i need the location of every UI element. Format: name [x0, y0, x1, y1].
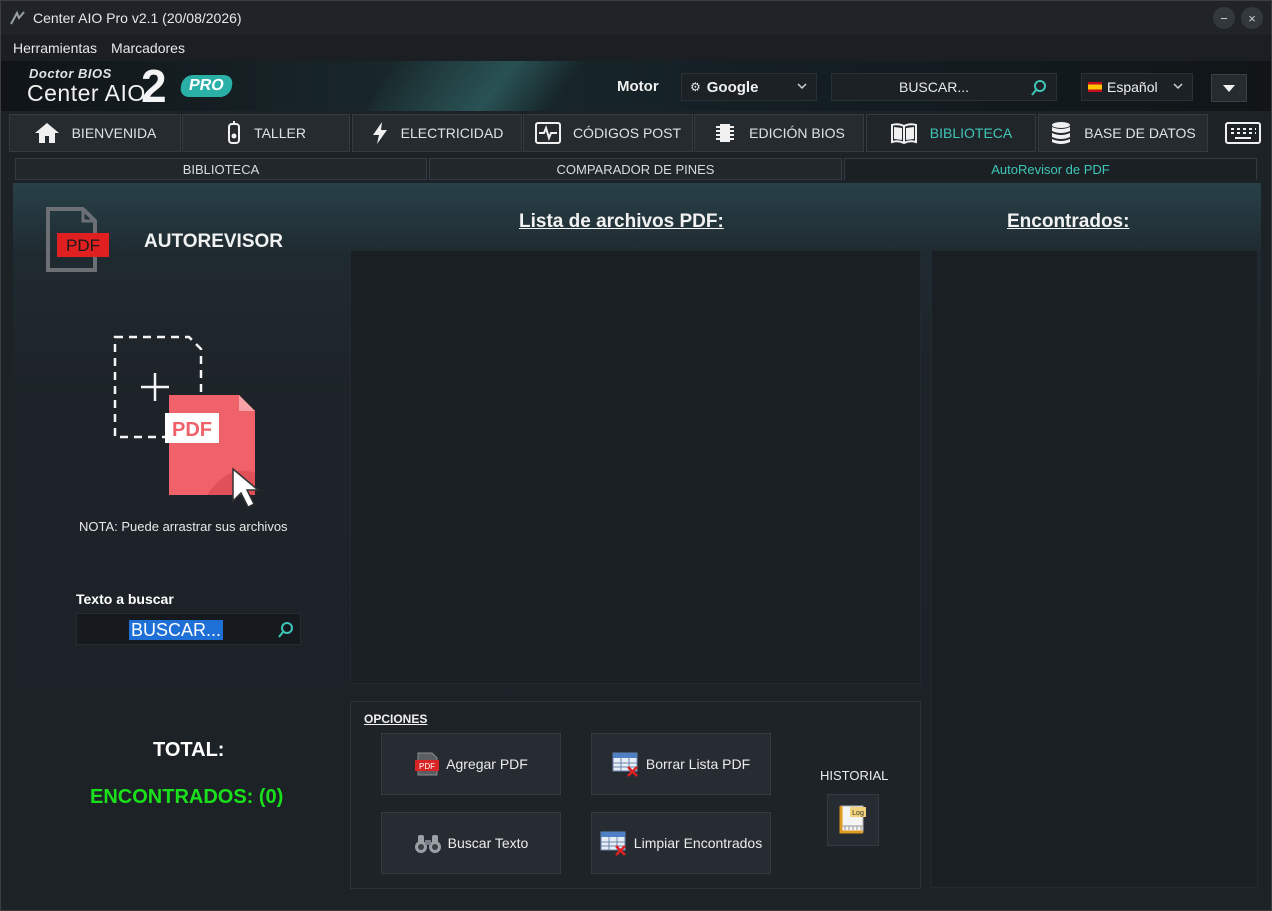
autorevisor-heading: AUTOREVISOR — [144, 231, 284, 252]
tab-edicion-bios[interactable]: EDICIÓN BIOS — [694, 114, 864, 152]
minimize-button[interactable]: − — [1213, 7, 1235, 29]
clear-pdf-list-label: Borrar Lista PDF — [645, 756, 751, 772]
drop-files-area[interactable]: PDF — [111, 333, 275, 513]
options-group: OPCIONES PDF Agregar PDF Borrar Lista PD… — [350, 701, 921, 889]
home-icon — [34, 122, 60, 144]
window-title: Center AIO Pro v2.1 (20/08/2026) — [33, 10, 242, 26]
tab-label: BIENVENIDA — [71, 125, 157, 141]
tab-base-de-datos[interactable]: BASE DE DATOS — [1038, 114, 1208, 152]
chip-icon — [713, 121, 737, 145]
subtab-comparador-de-pines[interactable]: COMPARADOR DE PINES — [429, 158, 842, 180]
history-log-button[interactable]: Log — [827, 794, 879, 846]
chevron-down-icon — [1173, 83, 1183, 90]
pdf-list-title: Lista de archivos PDF: — [519, 211, 724, 232]
drop-pdf-text: PDF — [172, 419, 212, 441]
tab-label: BIBLIOTECA — [929, 125, 1013, 141]
search-text-button-label: Buscar Texto — [447, 835, 529, 851]
subtab-biblioteca[interactable]: BIBLIOTECA — [15, 158, 427, 180]
table-delete-icon — [612, 751, 640, 777]
clear-found-label: Limpiar Encontrados — [633, 835, 763, 851]
autorevisor-panel: PDF AUTOREVISOR PDF NOTA: Puede arrastra… — [13, 183, 1261, 905]
title-bar: Center AIO Pro v2.1 (20/08/2026) − × — [1, 1, 1271, 35]
top-search-input[interactable]: BUSCAR... — [831, 73, 1057, 101]
logo-brand: Doctor BIOS — [29, 66, 112, 81]
search-text-label: Texto a buscar — [76, 591, 174, 607]
drag-note: NOTA: Puede arrastrar sus archivos — [79, 519, 288, 534]
menu-bar: Herramientas Marcadores — [1, 35, 1271, 61]
app-window: Center AIO Pro v2.1 (20/08/2026) − × Her… — [0, 0, 1272, 911]
search-text-input[interactable]: BUSCAR... — [76, 613, 301, 645]
language-select[interactable]: Español — [1081, 73, 1193, 101]
gear-icon: ⚙ — [690, 80, 701, 94]
add-pdf-icon: PDF — [414, 751, 440, 777]
tab-biblioteca[interactable]: BIBLIOTECA — [866, 114, 1036, 152]
post-card-icon — [534, 121, 561, 145]
tab-label: TALLER — [254, 125, 306, 141]
log-file-icon: Log — [839, 805, 866, 834]
binoculars-icon — [414, 832, 442, 854]
engine-value: Google — [706, 78, 759, 96]
svg-text:PDF: PDF — [419, 762, 435, 771]
lightning-icon — [371, 121, 389, 145]
tab-label: EDICIÓN BIOS — [749, 125, 845, 141]
multimeter-icon — [226, 121, 242, 145]
main-tabs: BIENVENIDA TALLER ELECTRICIDAD CÓDIGOS P… — [9, 114, 1269, 152]
chevron-down-icon — [797, 83, 807, 90]
logo-version-number: 2 — [141, 61, 167, 111]
tab-label: BASE DE DATOS — [1084, 125, 1196, 141]
caret-down-icon — [1223, 85, 1235, 92]
engine-select[interactable]: ⚙ Google — [681, 73, 817, 101]
search-icon[interactable] — [277, 621, 295, 639]
history-label: HISTORIAL — [820, 768, 889, 783]
tab-bienvenida[interactable]: BIENVENIDA — [9, 114, 181, 152]
search-text-button[interactable]: Buscar Texto — [381, 812, 561, 874]
tab-label: ELECTRICIDAD — [400, 125, 504, 141]
pdf-file-list[interactable] — [350, 250, 921, 684]
total-label: TOTAL: — [153, 739, 225, 761]
options-label: OPCIONES — [364, 712, 428, 726]
app-icon — [10, 10, 25, 25]
database-icon — [1050, 121, 1072, 145]
pdf-file-icon: PDF — [46, 207, 109, 272]
menu-marcadores[interactable]: Marcadores — [111, 40, 185, 56]
table-delete-icon — [600, 830, 628, 856]
tab-codigos-post[interactable]: CÓDIGOS POST — [523, 114, 693, 152]
found-results-list[interactable] — [931, 250, 1258, 888]
search-text-value: BUSCAR... — [129, 620, 224, 640]
close-button[interactable]: × — [1241, 7, 1263, 29]
options-dropdown-button[interactable] — [1211, 74, 1247, 102]
language-value: Español — [1107, 79, 1158, 95]
search-icon[interactable] — [1030, 79, 1048, 97]
menu-herramientas[interactable]: Herramientas — [13, 40, 97, 56]
add-pdf-button[interactable]: PDF Agregar PDF — [381, 733, 561, 795]
log-text: Log — [852, 810, 864, 817]
pdf-logo-text: PDF — [66, 236, 100, 255]
logo-pro-badge: PRO — [179, 75, 234, 97]
top-search-placeholder: BUSCAR... — [898, 79, 969, 95]
add-pdf-label: Agregar PDF — [446, 756, 528, 772]
clear-pdf-list-button[interactable]: Borrar Lista PDF — [591, 733, 771, 795]
spain-flag-icon — [1088, 82, 1102, 92]
tab-label: CÓDIGOS POST — [572, 125, 682, 141]
tab-electricidad[interactable]: ELECTRICIDAD — [352, 114, 522, 152]
motor-label: Motor — [617, 78, 659, 95]
clear-found-button[interactable]: Limpiar Encontrados — [591, 812, 771, 874]
subtab-autorevisor-pdf[interactable]: AutoRevisor de PDF — [844, 158, 1257, 180]
tab-taller[interactable]: TALLER — [182, 114, 350, 152]
found-count: ENCONTRADOS: (0) — [90, 786, 284, 808]
book-icon — [890, 122, 918, 144]
found-list-title: Encontrados: — [1007, 211, 1130, 232]
sub-tabs: BIBLIOTECA COMPARADOR DE PINES AutoRevis… — [15, 158, 1257, 180]
keyboard-icon[interactable] — [1224, 120, 1262, 146]
logo-product: Center AIO — [27, 80, 146, 106]
header-banner: Doctor BIOS Center AIO 2 PRO Motor ⚙ Goo… — [1, 61, 1271, 111]
